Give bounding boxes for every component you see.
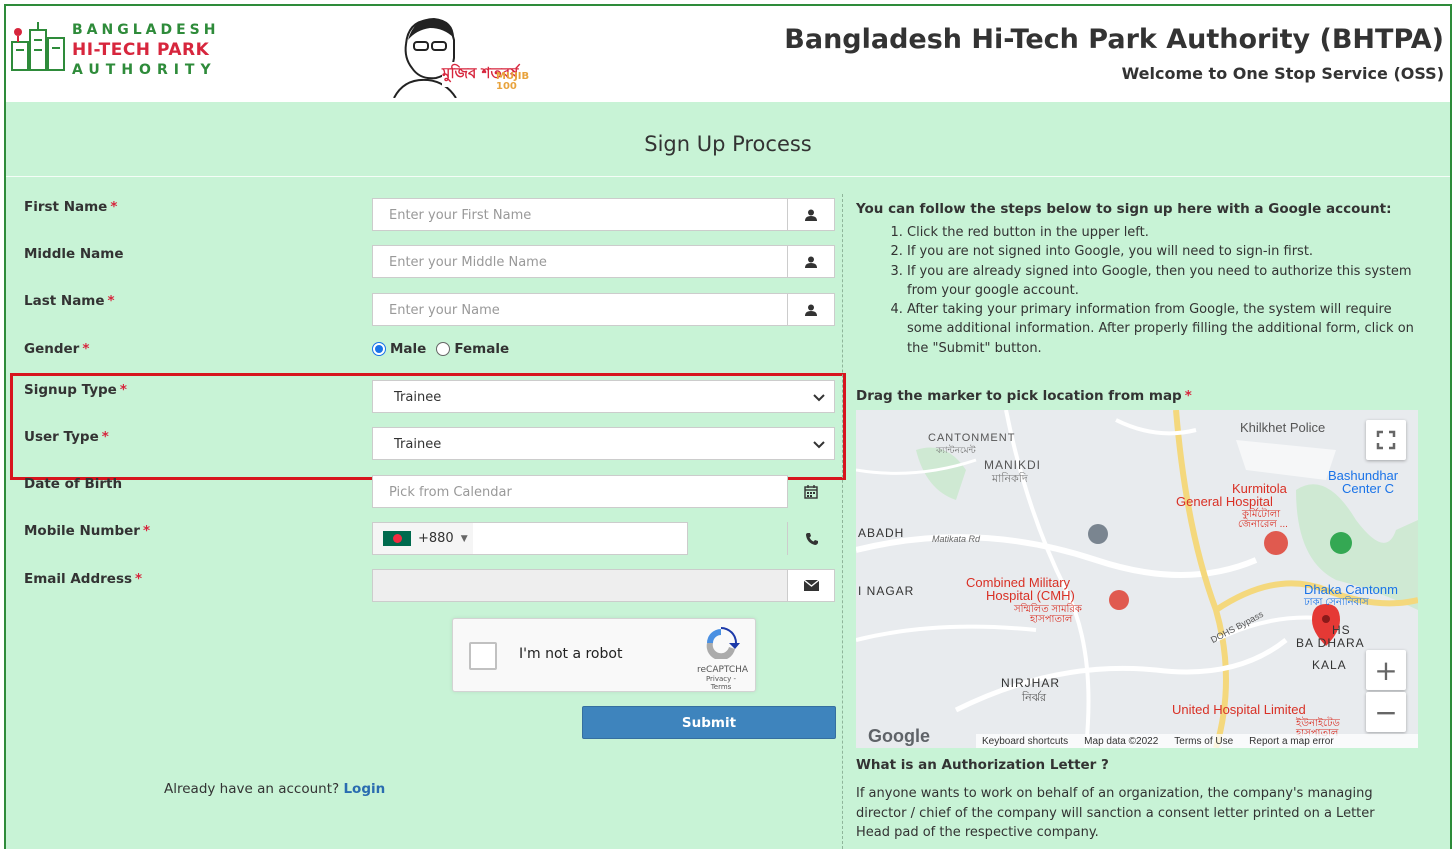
login-link[interactable]: Login [343, 781, 385, 797]
map-label-abadh: ABADH [858, 526, 905, 540]
gender-male-radio[interactable] [372, 342, 386, 356]
user-type-value: Trainee [394, 437, 442, 452]
map-label-kala: KALA [1312, 658, 1347, 672]
location-map[interactable]: CANTONMENT ক্যান্টনমেন্ট MANIKDI মানিকদি… [856, 410, 1418, 748]
welcome-subtitle: Welcome to One Stop Service (OSS) [1121, 64, 1444, 83]
user-icon [787, 293, 835, 326]
logo-line-1: BANGLADESH [72, 22, 220, 38]
recaptcha-icon [706, 627, 740, 661]
phone-icon [787, 522, 835, 555]
country-code-dropdown[interactable]: +880 ▼ [373, 523, 473, 554]
map-label-bashundhara2: Center C [1342, 481, 1395, 496]
first-name-input[interactable]: Enter your First Name [372, 198, 788, 231]
signup-type-label: Signup Type * [24, 382, 127, 398]
gender-radio-group: Male Female [372, 341, 509, 357]
map-footer: Keyboard shortcuts Map data ©2022 Terms … [976, 734, 1418, 748]
fullscreen-button[interactable] [1366, 420, 1406, 460]
map-label-matikata: Matikata Rd [932, 534, 981, 544]
building-logo-icon [11, 22, 65, 71]
signup-type-value: Trainee [394, 390, 442, 405]
dob-label: Date of Birth [24, 476, 123, 492]
terms-link[interactable]: Terms of Use [1174, 736, 1233, 747]
mobile-label: Mobile Number * [24, 523, 150, 539]
map-label-cantonment-bn: ক্যান্টনমেন্ট [936, 445, 976, 455]
page-title: Sign Up Process [644, 132, 812, 156]
step-item: If you are already signed into Google, t… [907, 262, 1416, 301]
login-prompt: Already have an account? Login [164, 781, 385, 797]
page-frame: BANGLADESH HI-TECH PARK AUTHORITY মুজিব … [4, 4, 1452, 849]
map-roads [856, 410, 1418, 748]
google-logo[interactable]: Google [868, 726, 930, 747]
step-item: Click the red button in the upper left. [907, 223, 1416, 242]
calendar-icon[interactable] [787, 475, 835, 508]
map-label-manikdi-bn: মানিকদি [992, 473, 1028, 485]
auth-letter-text: If anyone wants to work on behalf of an … [856, 786, 1375, 840]
gender-female-radio[interactable] [436, 342, 451, 356]
gender-male-label: Male [390, 341, 427, 357]
already-text: Already have an account? [164, 781, 340, 797]
bangladesh-flag-icon [383, 531, 411, 546]
user-icon [787, 198, 835, 231]
user-icon [787, 245, 835, 278]
gender-female-label: Female [454, 341, 510, 357]
map-label-united: United Hospital Limited [1172, 702, 1306, 717]
map-label-khilkhet: Khilkhet Police [1240, 420, 1326, 435]
map-label-nirjhar-bn: নির্ঝর [1022, 692, 1047, 704]
map-label: Drag the marker to pick location from ma… [856, 388, 1192, 404]
google-steps-list: Click the red button in the upper left. … [856, 223, 1416, 358]
map-label-nirjhar: NIRJHAR [1001, 676, 1061, 690]
first-name-label: First Name * [24, 199, 118, 215]
signup-type-select[interactable]: Trainee [372, 380, 835, 413]
zoom-in-button[interactable]: + [1366, 650, 1406, 690]
envelope-icon [787, 569, 835, 602]
country-code: +880 [418, 531, 454, 546]
map-label-nagar: I NAGAR [858, 584, 915, 598]
recaptcha-checkbox[interactable] [469, 642, 497, 670]
chevron-down-icon [813, 441, 825, 449]
divider [6, 176, 1450, 177]
map-label-kurmitola-bn2: জেনারেল ... [1238, 519, 1288, 530]
user-type-label: User Type * [24, 429, 109, 445]
logo-line-2: HI-TECH PARK [72, 40, 210, 60]
map-label-cmh2: Hospital (CMH) [986, 588, 1075, 603]
user-type-select[interactable]: Trainee [372, 427, 835, 460]
bhtpa-logo[interactable]: BANGLADESH HI-TECH PARK AUTHORITY [8, 18, 228, 78]
column-divider [842, 194, 843, 849]
step-item: If you are not signed into Google, you w… [907, 242, 1416, 261]
recaptcha-widget: I'm not a robot reCAPTCHA Privacy - Term… [452, 618, 756, 692]
google-steps-heading: You can follow the steps below to sign u… [856, 201, 1392, 217]
last-name-input[interactable]: Enter your Name [372, 293, 788, 326]
email-input[interactable] [372, 569, 788, 602]
keyboard-shortcuts-link[interactable]: Keyboard shortcuts [982, 736, 1068, 747]
recaptcha-label: I'm not a robot [519, 646, 623, 662]
recaptcha-brand: reCAPTCHA [697, 665, 749, 675]
chevron-down-icon [813, 394, 825, 402]
submit-button[interactable]: Submit [582, 706, 836, 739]
map-label-dhs: HS [1332, 623, 1351, 637]
map-label-cmh-bn2: হাসপাতাল [1030, 614, 1073, 625]
emblem-sub: MUJIB 100 [496, 71, 530, 92]
dob-input[interactable]: Pick from Calendar [372, 475, 788, 508]
mujib-100-emblem: মুজিব শতবর্ষ MUJIB 100 [384, 14, 530, 99]
caret-down-icon: ▼ [460, 533, 468, 544]
gender-label: Gender * [24, 341, 90, 357]
last-name-label: Last Name * [24, 293, 115, 309]
email-label: Email Address * [24, 571, 143, 587]
step-item: After taking your primary information fr… [907, 300, 1416, 358]
middle-name-label: Middle Name [24, 246, 124, 262]
page-header-title: Bangladesh Hi-Tech Park Authority (BHTPA… [784, 24, 1444, 55]
header: BANGLADESH HI-TECH PARK AUTHORITY মুজিব … [6, 6, 1450, 102]
recaptcha-logo: reCAPTCHA Privacy - Terms [697, 627, 749, 691]
logo-line-3: AUTHORITY [72, 62, 217, 78]
fullscreen-icon [1376, 430, 1396, 450]
report-error-link[interactable]: Report a map error [1249, 736, 1333, 747]
map-data-text: Map data ©2022 [1084, 735, 1159, 747]
auth-letter-heading: What is an Authorization Letter ? [856, 757, 1109, 773]
map-label-dhaka-canton-bn: ঢাকা সেনানিবাস [1304, 597, 1369, 608]
zoom-out-button[interactable]: − [1366, 692, 1406, 732]
map-label-bashundhara-r: BA DHARA [1296, 636, 1365, 650]
mobile-input[interactable]: +880 ▼ [372, 522, 688, 555]
middle-name-input[interactable]: Enter your Middle Name [372, 245, 788, 278]
recaptcha-links[interactable]: Privacy - Terms [697, 675, 745, 691]
